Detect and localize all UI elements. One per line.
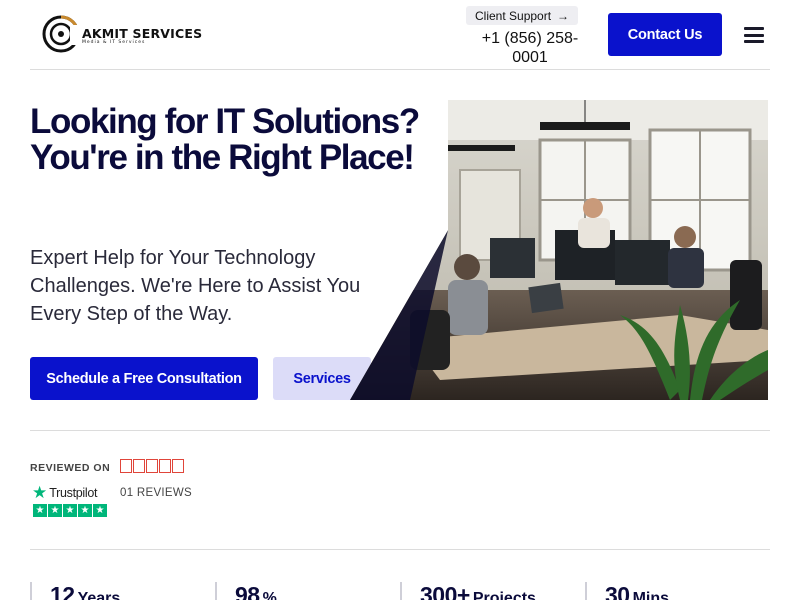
star-outline-icon bbox=[172, 459, 184, 473]
client-support-link[interactable]: Client Support → bbox=[466, 6, 579, 25]
stat-item: 30 Mins bbox=[585, 582, 669, 600]
star-outline-icon bbox=[120, 459, 132, 473]
star-icon: ★ bbox=[33, 504, 47, 517]
star-outline-icon bbox=[133, 459, 145, 473]
trustpilot-rating-stars: ★ ★ ★ ★ ★ bbox=[33, 504, 107, 517]
logo[interactable]: AKMIT SERVICES Media & IT Services bbox=[42, 12, 202, 56]
star-icon: ★ bbox=[93, 504, 107, 517]
star-icon: ★ bbox=[48, 504, 62, 517]
star-outline-icon bbox=[159, 459, 171, 473]
stat-number: 30 bbox=[605, 582, 630, 600]
star-outline-icon bbox=[146, 459, 158, 473]
trustpilot-star-icon: ★ bbox=[32, 483, 48, 502]
client-support-label: Client Support bbox=[475, 8, 552, 23]
hamburger-menu-icon[interactable] bbox=[744, 27, 764, 43]
stat-number: 98 bbox=[235, 582, 260, 600]
hero-subtitle: Expert Help for Your Technology Challeng… bbox=[30, 247, 361, 325]
star-icon: ★ bbox=[63, 504, 77, 517]
stat-number: 300+ bbox=[420, 582, 470, 600]
logo-icon bbox=[42, 15, 80, 53]
stat-item: 300+ Projects bbox=[400, 582, 536, 600]
rating-stars-outline bbox=[120, 459, 184, 473]
phone-number[interactable]: +1 (856) 258-0001 bbox=[478, 29, 582, 67]
trustpilot-logo[interactable]: ★ Trustpilot bbox=[32, 483, 98, 502]
hero-office-photo bbox=[350, 100, 768, 400]
reviews-divider bbox=[30, 549, 770, 550]
stats-row: 12 Years 98% 300+ Projects 30 Mins bbox=[30, 578, 770, 600]
arrow-right-icon: → bbox=[557, 8, 570, 23]
reviewed-on-label: REVIEWED ON bbox=[30, 462, 111, 474]
logo-title: AKMIT SERVICES bbox=[82, 25, 203, 41]
star-icon: ★ bbox=[78, 504, 92, 517]
trustpilot-name: Trustpilot bbox=[49, 485, 98, 500]
stat-item: 12 Years bbox=[30, 582, 120, 600]
stat-unit: Projects bbox=[472, 590, 536, 600]
stat-number: 12 bbox=[50, 582, 75, 600]
header-divider bbox=[30, 69, 770, 70]
site-header: AKMIT SERVICES Media & IT Services Clien… bbox=[0, 0, 800, 70]
contact-us-button[interactable]: Contact Us bbox=[608, 13, 722, 56]
schedule-consultation-button[interactable]: Schedule a Free Consultation bbox=[30, 357, 258, 400]
hero-divider bbox=[30, 430, 770, 431]
stat-unit: % bbox=[262, 590, 277, 600]
review-count: 01 REVIEWS bbox=[120, 487, 193, 499]
stat-item: 98% bbox=[215, 582, 277, 600]
stat-unit: Years bbox=[77, 590, 121, 600]
stat-unit: Mins bbox=[632, 590, 670, 600]
